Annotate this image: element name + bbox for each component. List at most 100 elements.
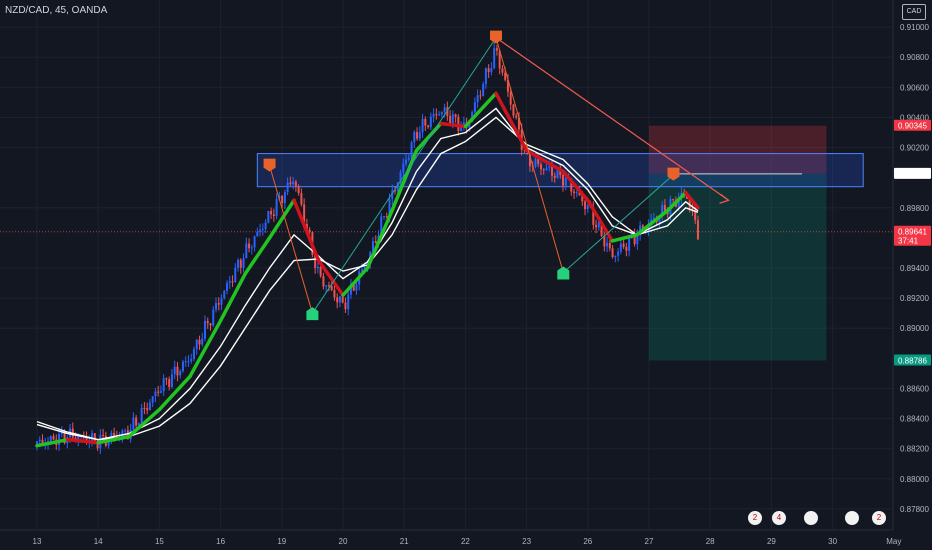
candle-body xyxy=(534,158,537,167)
candle-body xyxy=(272,214,275,216)
candle-body xyxy=(515,115,518,118)
candle-body xyxy=(267,210,270,223)
candle-body xyxy=(347,294,350,310)
candle-body xyxy=(259,229,262,232)
candle-body xyxy=(628,236,631,251)
candle-body xyxy=(619,243,622,252)
candle-body xyxy=(187,361,190,363)
candle-body xyxy=(283,192,286,204)
candle-body xyxy=(294,181,297,187)
candle-body xyxy=(374,241,377,243)
candle-body xyxy=(622,243,625,247)
candle-body xyxy=(451,114,454,125)
candle-body xyxy=(217,303,220,305)
candle-body xyxy=(226,282,229,291)
candle-body xyxy=(173,366,176,375)
candle-body xyxy=(617,251,620,256)
candle-body xyxy=(440,111,443,115)
candle-body xyxy=(209,323,212,326)
candle-body xyxy=(537,158,540,165)
y-tick-label: 0.90200 xyxy=(900,144,929,153)
candle-body xyxy=(242,258,245,268)
candle-body xyxy=(201,338,204,345)
candle-body xyxy=(573,191,576,193)
x-tick-label: 26 xyxy=(583,537,592,546)
y-tick-label: 0.89200 xyxy=(900,294,929,303)
candle-body xyxy=(198,339,201,345)
candle-body xyxy=(539,164,542,170)
candle-body xyxy=(407,157,410,160)
candle-body xyxy=(316,266,319,269)
x-tick-label: 27 xyxy=(645,537,654,546)
x-tick-label: May xyxy=(886,537,901,546)
candle-body xyxy=(416,132,419,139)
candle-body xyxy=(157,391,160,393)
candle-body xyxy=(220,298,223,305)
candle-body xyxy=(614,255,617,258)
candle-body xyxy=(176,366,179,376)
candle-body xyxy=(195,339,198,350)
candle-body xyxy=(611,248,614,258)
candle-body xyxy=(575,192,578,194)
candle-body xyxy=(427,125,430,128)
candle-body xyxy=(402,163,405,173)
candle-body xyxy=(603,235,606,247)
candle-body xyxy=(625,246,628,251)
candle-body xyxy=(435,114,438,116)
candle-body xyxy=(124,430,127,432)
candle-body xyxy=(584,201,587,210)
candle-body xyxy=(333,289,336,298)
y-tick-label: 0.89000 xyxy=(900,324,929,333)
candle-body xyxy=(165,378,168,380)
y-tick-label: 0.88200 xyxy=(900,445,929,454)
ca-flag-icon[interactable] xyxy=(804,511,818,525)
y-tick-label: 0.88600 xyxy=(900,384,929,393)
candle-body xyxy=(154,391,157,397)
candle-body xyxy=(206,320,209,324)
y-tick-label: 0.91000 xyxy=(900,23,929,32)
candle-body xyxy=(140,407,143,424)
countdown-label: 37:41 xyxy=(898,237,919,246)
candle-body xyxy=(36,441,38,445)
candle-body xyxy=(383,216,386,218)
candle-body xyxy=(102,434,105,436)
price-tag-label: 0.89641 xyxy=(898,228,927,237)
candle-body xyxy=(146,408,149,411)
x-tick-label: 20 xyxy=(339,537,348,546)
candle-body xyxy=(162,378,165,392)
candle-body xyxy=(168,379,171,388)
nz-flag-icon[interactable]: 2 xyxy=(872,511,886,525)
x-tick-label: 21 xyxy=(400,537,409,546)
candle-body xyxy=(289,182,292,185)
candle-body xyxy=(495,48,498,51)
candle-body xyxy=(135,417,138,426)
candle-body xyxy=(424,119,427,126)
x-tick-label: 15 xyxy=(155,537,164,546)
calendar-icon[interactable]: 4 xyxy=(772,511,786,525)
candle-body xyxy=(338,296,341,303)
candle-body xyxy=(413,132,416,143)
nz-flag-icon[interactable]: 2 xyxy=(748,511,762,525)
price-chart[interactable]: 0.910000.908000.906000.904000.902000.898… xyxy=(0,0,932,550)
candle-body xyxy=(418,132,421,139)
currency-badge[interactable]: CAD xyxy=(902,4,926,20)
price-tag-label: 0.88786 xyxy=(898,356,927,365)
candle-body xyxy=(297,186,300,194)
candle-body xyxy=(192,349,195,360)
candle-body xyxy=(586,205,589,210)
candle-body xyxy=(261,228,264,230)
candle-body xyxy=(484,68,487,85)
candle-body xyxy=(248,243,251,249)
candle-body xyxy=(215,303,218,310)
candle-body xyxy=(143,407,146,409)
candle-body xyxy=(121,430,124,437)
candle-body xyxy=(281,195,284,204)
y-tick-label: 0.88400 xyxy=(900,415,929,424)
candle-body xyxy=(322,276,325,287)
candle-body xyxy=(482,84,485,96)
candle-body xyxy=(438,114,441,116)
globe-icon[interactable] xyxy=(845,511,859,525)
candle-body xyxy=(300,193,303,205)
candle-body xyxy=(270,210,273,215)
candle-body xyxy=(159,391,162,393)
